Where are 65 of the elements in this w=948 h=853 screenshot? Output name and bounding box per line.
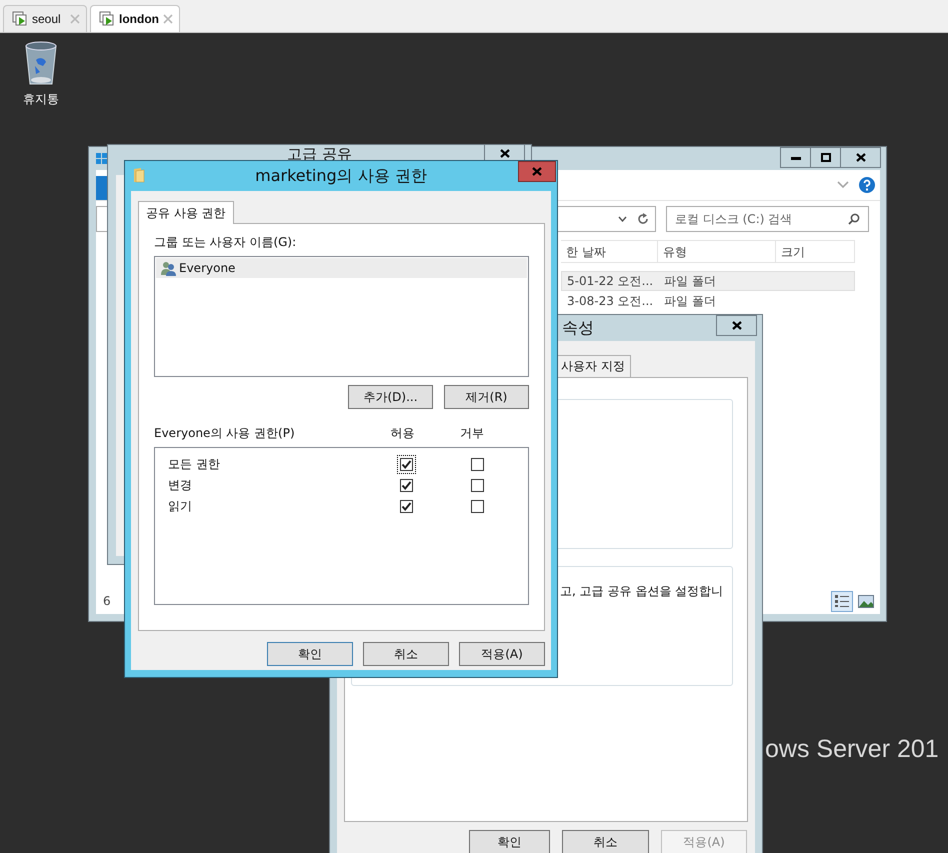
deny-checkbox[interactable] — [471, 500, 484, 513]
user-item[interactable]: Everyone — [156, 258, 527, 278]
status-text: 6 — [103, 594, 111, 608]
allow-checkbox[interactable] — [400, 479, 413, 492]
users-label: 그룹 또는 사용자 이름(G): — [154, 234, 298, 251]
dialog-button[interactable]: 확인 — [469, 830, 550, 853]
maximize-button[interactable] — [810, 147, 841, 168]
refresh-icon[interactable] — [637, 213, 649, 225]
table-cell-text: 파일 폴더 — [663, 292, 716, 310]
description-text: 고, 고급 공유 옵션을 설정합니 — [560, 584, 724, 598]
user-list[interactable]: Everyone — [154, 256, 529, 377]
permission-name: 읽기 — [168, 498, 193, 515]
dialog-button[interactable]: 취소 — [363, 642, 449, 666]
permission-name: 변경 — [168, 477, 193, 494]
windows-logo-icon — [96, 153, 108, 165]
help-icon[interactable] — [859, 177, 875, 193]
folder-icon — [133, 167, 145, 183]
table-cell-text: 5-01-22 오전... — [566, 272, 654, 290]
search-field[interactable]: 로컬 디스크 (C:) 검색 — [666, 206, 869, 232]
tab[interactable]: 공유 사용 권한 — [138, 201, 234, 224]
close-button[interactable] — [840, 147, 881, 168]
allow-checkbox[interactable] — [400, 458, 413, 471]
search-icon — [848, 213, 860, 225]
dialog-button[interactable]: 취소 — [562, 830, 649, 853]
table-cell-text: 3-08-23 오전... — [566, 292, 654, 310]
file-row[interactable]: 3-08-23 오전... 파일 폴더 — [561, 291, 855, 311]
column-header: 거부 — [460, 425, 485, 442]
dialog-button[interactable]: 적용(A) — [459, 642, 545, 666]
deny-checkbox[interactable] — [471, 479, 484, 492]
remote-desktop-icon — [12, 11, 28, 27]
close-icon — [532, 167, 542, 176]
dialog-button[interactable]: 추가(D)... — [348, 385, 433, 409]
recycle-bin-label[interactable]: 휴지통 — [23, 91, 59, 108]
permissions-label: Everyone의 사용 권한(P) — [154, 425, 296, 442]
details-view-button[interactable] — [831, 590, 853, 612]
deny-checkbox[interactable] — [471, 458, 484, 471]
window-title: 속성 — [562, 317, 594, 339]
permission-name: 모든 권한 — [168, 456, 221, 473]
column-header[interactable]: 유형 — [658, 240, 776, 263]
dialog-title: marketing의 사용 권한 — [254, 166, 428, 187]
recycle-bin-icon[interactable] — [24, 40, 58, 86]
dialog-button[interactable]: 확인 — [267, 642, 353, 666]
browser-tab[interactable]: seoul — [3, 5, 87, 32]
minimize-button[interactable] — [780, 147, 811, 168]
close-icon — [500, 149, 510, 158]
close-button[interactable] — [716, 315, 757, 336]
details-view-icon — [834, 594, 850, 608]
users-icon — [160, 260, 177, 276]
column-header: 허용 — [390, 425, 416, 442]
close-icon — [856, 153, 866, 162]
windows-branding-text: ows Server 201 — [765, 735, 939, 764]
image-icon — [858, 594, 874, 608]
minimize-icon — [790, 156, 800, 160]
table-cell-text: 파일 폴더 — [663, 272, 716, 290]
allow-checkbox[interactable] — [400, 500, 413, 513]
tab[interactable]: 사용자 지정 — [555, 355, 631, 377]
maximize-icon — [820, 153, 830, 162]
remote-desktop-icon — [99, 11, 115, 27]
column-header[interactable]: 크기 — [776, 240, 855, 263]
close-icon — [732, 321, 742, 330]
file-row[interactable]: 5-01-22 오전... 파일 폴더 — [561, 271, 855, 291]
chevron-down-icon[interactable] — [618, 216, 627, 222]
column-header[interactable]: 한 날짜 — [561, 240, 658, 263]
dialog-button[interactable]: 제거(R) — [444, 385, 529, 409]
browser-tab[interactable]: london — [90, 5, 180, 32]
